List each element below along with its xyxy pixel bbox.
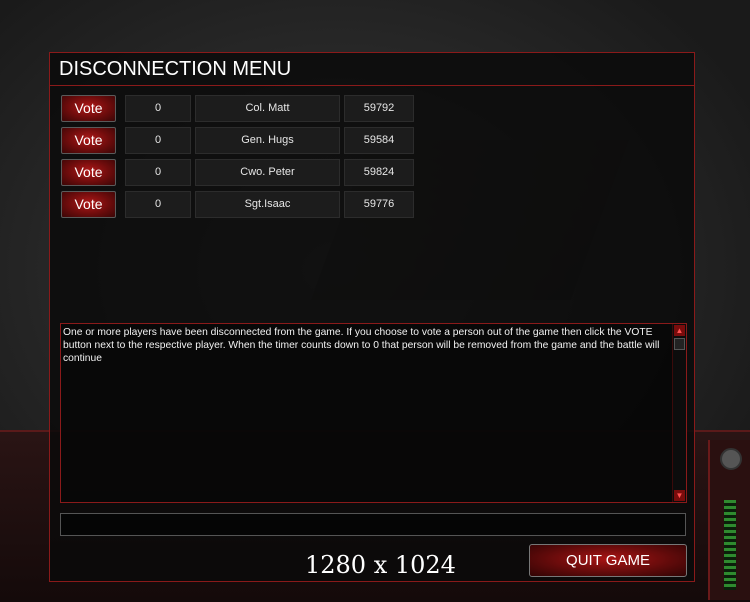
message-scrollbar[interactable]: ▲ ▼	[672, 324, 686, 502]
vote-button[interactable]: Vote	[61, 95, 116, 122]
player-name: Col. Matt	[195, 95, 340, 122]
vote-count: 0	[125, 127, 191, 154]
power-meter	[724, 500, 736, 590]
arrow-down-icon[interactable]: ▼	[674, 490, 685, 501]
message-text: One or more players have been disconnect…	[63, 327, 660, 364]
vote-count: 0	[125, 191, 191, 218]
player-timer: 59776	[344, 191, 414, 218]
arrow-up-icon[interactable]: ▲	[674, 325, 685, 336]
message-box: One or more players have been disconnect…	[60, 323, 687, 503]
quit-game-button[interactable]: QUIT GAME	[529, 544, 687, 577]
disconnection-menu: DISCONNECTION MENU Vote 0 Col. Matt 5979…	[49, 52, 695, 582]
player-timer: 59824	[344, 159, 414, 186]
chat-input[interactable]	[60, 513, 686, 536]
gear-icon[interactable]	[720, 448, 742, 470]
vote-count: 0	[125, 159, 191, 186]
player-name: Gen. Hugs	[195, 127, 340, 154]
vote-button[interactable]: Vote	[61, 191, 116, 218]
resolution-label: 1280 x 1024	[305, 551, 456, 579]
player-name: Cwo. Peter	[195, 159, 340, 186]
hud-side-panel	[708, 440, 750, 600]
vote-button[interactable]: Vote	[61, 159, 116, 186]
scroll-thumb[interactable]	[674, 338, 685, 350]
player-name: Sgt.Isaac	[195, 191, 340, 218]
vote-count: 0	[125, 95, 191, 122]
menu-title: DISCONNECTION MENU	[50, 53, 694, 86]
player-timer: 59792	[344, 95, 414, 122]
vote-button[interactable]: Vote	[61, 127, 116, 154]
player-timer: 59584	[344, 127, 414, 154]
